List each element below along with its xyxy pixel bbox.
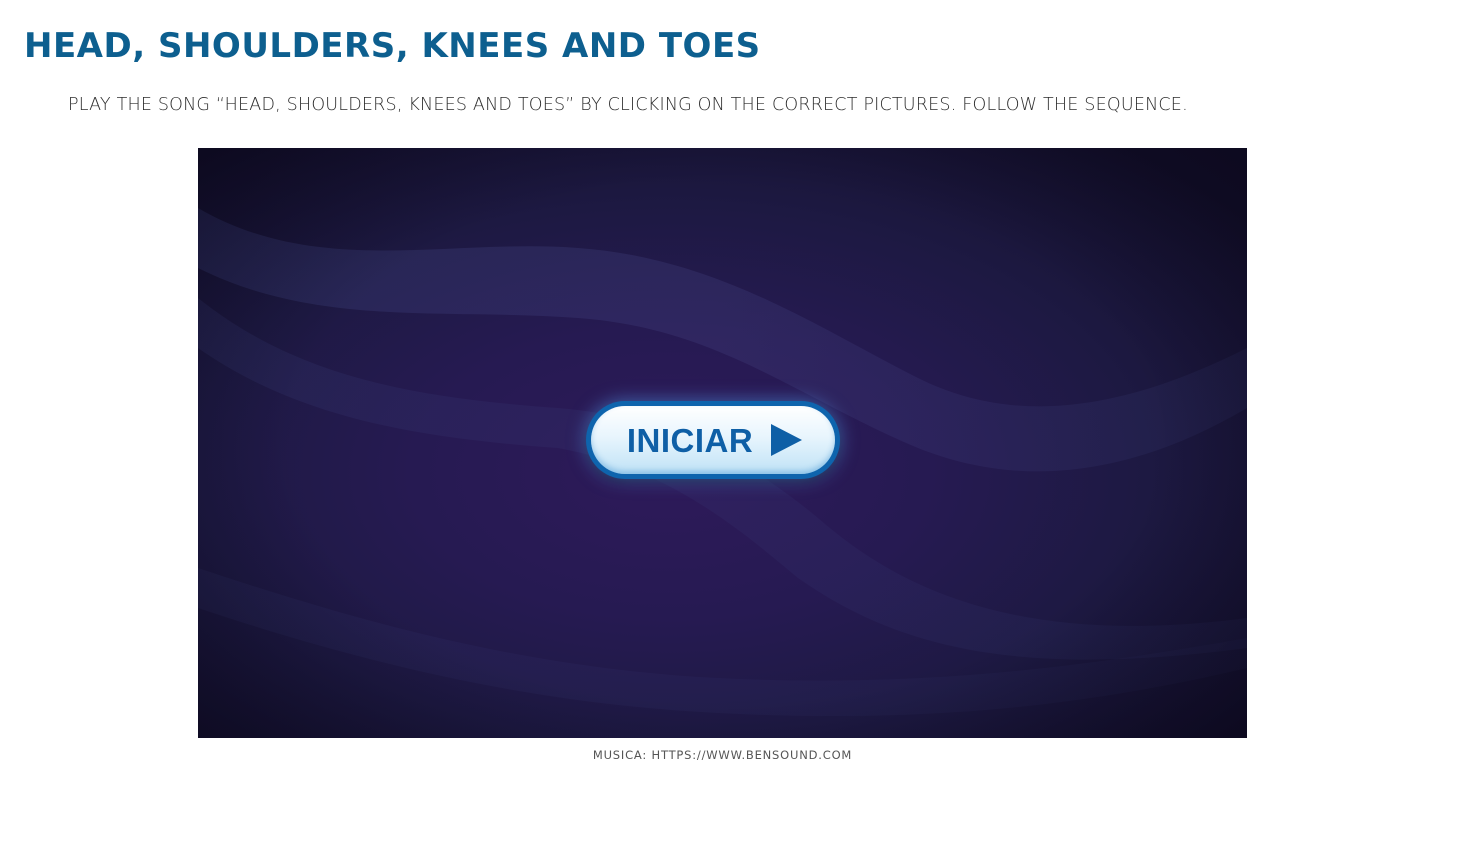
start-button-face[interactable]: INICIAR xyxy=(591,406,835,474)
page-title: HEAD, SHOULDERS, KNEES AND TOES xyxy=(24,26,761,66)
game-frame[interactable]: INICIAR xyxy=(198,148,1247,738)
start-button-label[interactable]: INICIAR xyxy=(627,424,753,457)
start-button[interactable]: INICIAR xyxy=(586,401,840,479)
music-credit: MUSICA: HTTPS://WWW.BENSOUND.COM xyxy=(592,748,853,762)
play-triangle-icon[interactable] xyxy=(767,421,805,459)
instructions-text: PLAY THE SONG “HEAD, SHOULDERS, KNEES AN… xyxy=(68,95,1188,115)
